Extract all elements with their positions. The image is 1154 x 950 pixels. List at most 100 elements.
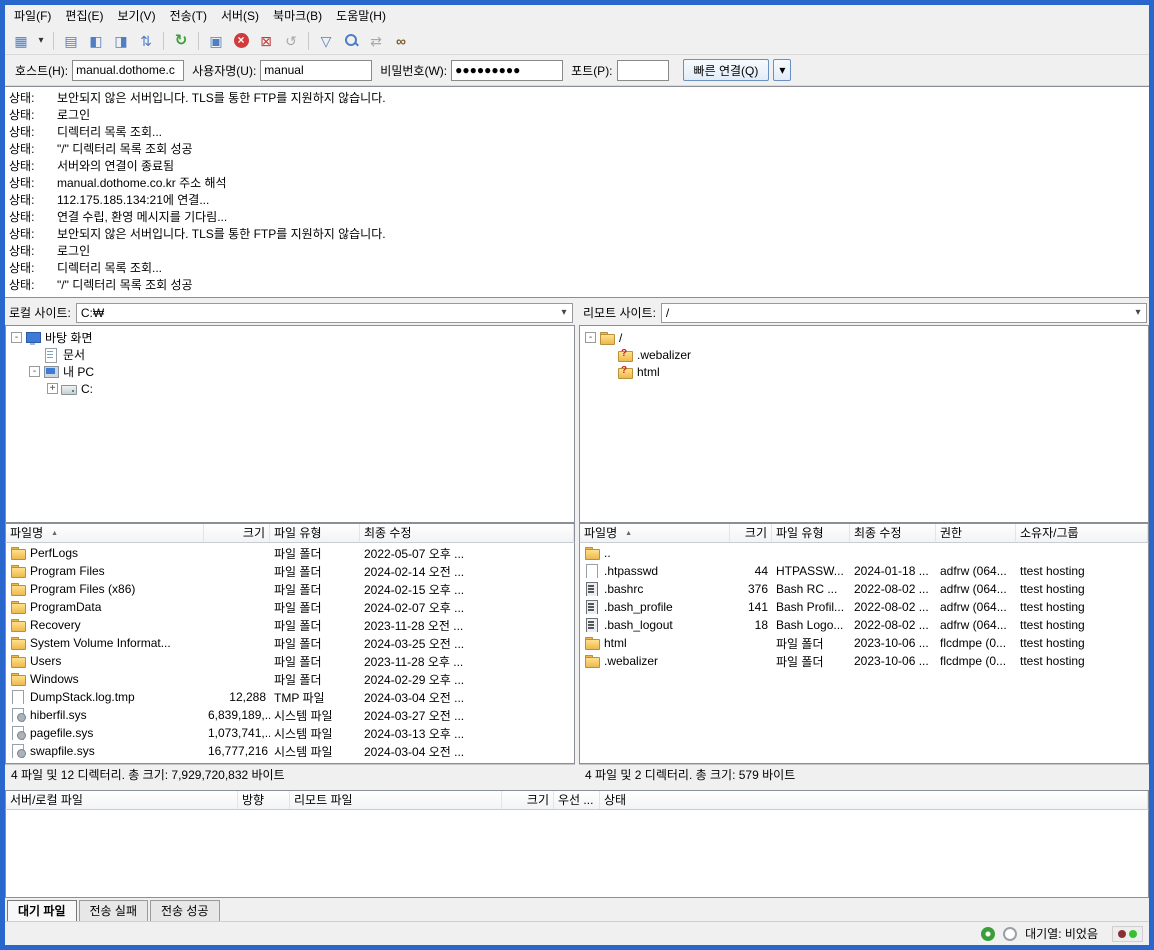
table-row[interactable]: Users 파일 폴더 2023-11-28 오후 ... [6, 652, 574, 670]
table-row[interactable]: Windows 파일 폴더 2024-02-29 오후 ... [6, 670, 574, 688]
menu-item[interactable]: 파일(F) [7, 5, 58, 27]
column-header-status[interactable]: 상태 [600, 791, 1148, 809]
table-row[interactable]: swapfile.sys 16,777,216 시스템 파일 2024-03-0… [6, 742, 574, 760]
menu-item[interactable]: 전송(T) [163, 5, 214, 27]
refresh-icon[interactable]: ↻ [169, 30, 193, 52]
tree-expander-icon[interactable] [603, 349, 614, 360]
column-header-size[interactable]: 크기 [502, 791, 554, 809]
menu-item[interactable]: 편집(E) [58, 5, 110, 27]
host-input[interactable] [72, 60, 184, 81]
tree-item[interactable]: C: [8, 380, 572, 397]
tree-item[interactable]: 내 PC [8, 363, 572, 380]
table-row[interactable]: pagefile.sys 1,073,741,... 시스템 파일 2024-0… [6, 724, 574, 742]
tree-expander-icon[interactable] [47, 383, 58, 394]
local-path-combo[interactable]: C:₩ ▾ [76, 303, 573, 323]
password-input[interactable] [451, 60, 563, 81]
table-row[interactable]: PerfLogs 파일 폴더 2022-05-07 오후 ... [6, 544, 574, 562]
log-message: "/" 디렉터리 목록 조회 성공 [57, 277, 193, 294]
menu-item[interactable]: 북마크(B) [266, 5, 329, 27]
sync-browsing-icon[interactable]: ⇄ [364, 30, 388, 52]
tree-item[interactable]: .webalizer [582, 346, 1146, 363]
table-row[interactable]: Recovery 파일 폴더 2023-11-28 오전 ... [6, 616, 574, 634]
column-header-server-local-file[interactable]: 서버/로컬 파일 [6, 791, 238, 809]
tree-expander-icon[interactable] [29, 366, 40, 377]
column-header-size[interactable]: 크기 [730, 524, 772, 542]
tab-failed-transfers[interactable]: 전송 실패 [79, 900, 149, 921]
table-row[interactable]: .bash_logout 18 Bash Logo... 2022-08-02 … [580, 616, 1148, 634]
column-header-size[interactable]: 크기 [204, 524, 270, 542]
file-type: 시스템 파일 [270, 707, 360, 724]
table-row[interactable]: .. [580, 544, 1148, 562]
message-log[interactable]: 상태: 보안되지 않은 서버입니다. TLS를 통한 FTP를 지원하지 않습니… [5, 86, 1149, 298]
table-row[interactable]: .webalizer 파일 폴더 2023-10-06 ... flcdmpe … [580, 652, 1148, 670]
file-permissions: flcdmpe (0... [936, 654, 1016, 668]
remote-path-combo[interactable]: / ▾ [661, 303, 1147, 323]
cancel-icon[interactable]: × [229, 30, 253, 52]
log-message: 보안되지 않은 서버입니다. TLS를 통한 FTP를 지원하지 않습니다. [57, 90, 386, 107]
table-row[interactable]: ProgramData 파일 폴더 2024-02-07 오후 ... [6, 598, 574, 616]
menu-item[interactable]: 도움말(H) [329, 5, 393, 27]
tree-item[interactable]: / [582, 329, 1146, 346]
tree-expander-icon[interactable] [11, 332, 22, 343]
column-header-modified[interactable]: 최종 수정 [850, 524, 936, 542]
column-header-owner[interactable]: 소유자/그룹 [1016, 524, 1148, 542]
table-row[interactable]: Program Files 파일 폴더 2024-02-14 오전 ... [6, 562, 574, 580]
site-manager-icon[interactable]: ▦ [9, 30, 33, 52]
column-header-type[interactable]: 파일 유형 [270, 524, 360, 542]
column-header-permissions[interactable]: 권한 [936, 524, 1016, 542]
table-row[interactable]: .htpasswd 44 HTPASSW... 2024-01-18 ... a… [580, 562, 1148, 580]
file-type: 파일 폴더 [270, 617, 360, 634]
toggle-local-tree-icon[interactable]: ◧ [84, 30, 108, 52]
process-queue-icon[interactable]: ▣ [204, 30, 228, 52]
remote-directory-tree[interactable]: / .webalizer html [579, 325, 1149, 523]
tree-expander-icon[interactable] [29, 349, 40, 360]
local-directory-tree[interactable]: 바탕 화면 문서 내 PC [5, 325, 575, 523]
column-header-direction[interactable]: 방향 [238, 791, 290, 809]
table-row[interactable]: html 파일 폴더 2023-10-06 ... flcdmpe (0... … [580, 634, 1148, 652]
filter-icon[interactable]: ▽ [314, 30, 338, 52]
tree-expander-icon[interactable] [585, 332, 596, 343]
file-name: .bashrc [604, 582, 643, 596]
transfer-queue-list[interactable] [5, 810, 1149, 898]
menu-item[interactable]: 서버(S) [214, 5, 266, 27]
tab-queued-files[interactable]: 대기 파일 [7, 900, 77, 921]
compare-icon[interactable] [339, 30, 363, 52]
quickconnect-button[interactable]: 빠른 연결(Q) [683, 59, 770, 81]
file-name: System Volume Informat... [30, 636, 171, 650]
table-row[interactable]: .bash_profile 141 Bash Profil... 2022-08… [580, 598, 1148, 616]
speed-limit-icon[interactable] [1003, 927, 1017, 941]
column-header-filename[interactable]: 파일명▲ [6, 524, 204, 542]
reconnect-icon[interactable]: ↺ [279, 30, 303, 52]
toggle-queue-icon[interactable]: ⇅ [134, 30, 158, 52]
table-row[interactable]: hiberfil.sys 6,839,189,... 시스템 파일 2024-0… [6, 706, 574, 724]
column-header-filename[interactable]: 파일명▲ [580, 524, 730, 542]
table-row[interactable]: Program Files (x86) 파일 폴더 2024-02-15 오후 … [6, 580, 574, 598]
toggle-log-icon[interactable]: ▤ [59, 30, 83, 52]
find-icon[interactable]: ∞ [389, 30, 413, 52]
tree-item[interactable]: 바탕 화면 [8, 329, 572, 346]
tree-item-label: html [633, 365, 660, 379]
local-file-list[interactable]: PerfLogs 파일 폴더 2022-05-07 오후 ... Program… [5, 543, 575, 764]
column-header-priority[interactable]: 우선 ... [554, 791, 600, 809]
column-header-modified[interactable]: 최종 수정 [360, 524, 574, 542]
table-row[interactable]: System Volume Informat... 파일 폴더 2024-03-… [6, 634, 574, 652]
menu-item[interactable]: 보기(V) [110, 5, 162, 27]
tree-item[interactable]: html [582, 363, 1146, 380]
quickconnect-dropdown-button[interactable]: ▾ [773, 59, 791, 81]
username-input[interactable] [260, 60, 372, 81]
port-input[interactable] [617, 60, 669, 81]
toggle-remote-tree-icon[interactable]: ◨ [109, 30, 133, 52]
remote-file-list[interactable]: .. .htpasswd 44 HTPASSW... 2024-01-18 ..… [579, 543, 1149, 764]
table-row[interactable]: DumpStack.log.tmp 12,288 TMP 파일 2024-03-… [6, 688, 574, 706]
chevron-down-icon: ▾ [1130, 307, 1146, 318]
column-header-type[interactable]: 파일 유형 [772, 524, 850, 542]
tree-item[interactable]: 문서 [8, 346, 572, 363]
tree-expander-icon[interactable] [603, 366, 614, 377]
settings-icon[interactable] [981, 927, 995, 941]
transfer-queue-panel: 서버/로컬 파일 방향 리모트 파일 크기 우선 ... 상태 [5, 790, 1149, 898]
column-header-remote-file[interactable]: 리모트 파일 [290, 791, 502, 809]
disconnect-icon[interactable]: ⊠ [254, 30, 278, 52]
table-row[interactable]: .bashrc 376 Bash RC ... 2022-08-02 ... a… [580, 580, 1148, 598]
site-manager-dropdown-icon[interactable]: ▾ [34, 30, 48, 52]
tab-successful-transfers[interactable]: 전송 성공 [150, 900, 220, 921]
